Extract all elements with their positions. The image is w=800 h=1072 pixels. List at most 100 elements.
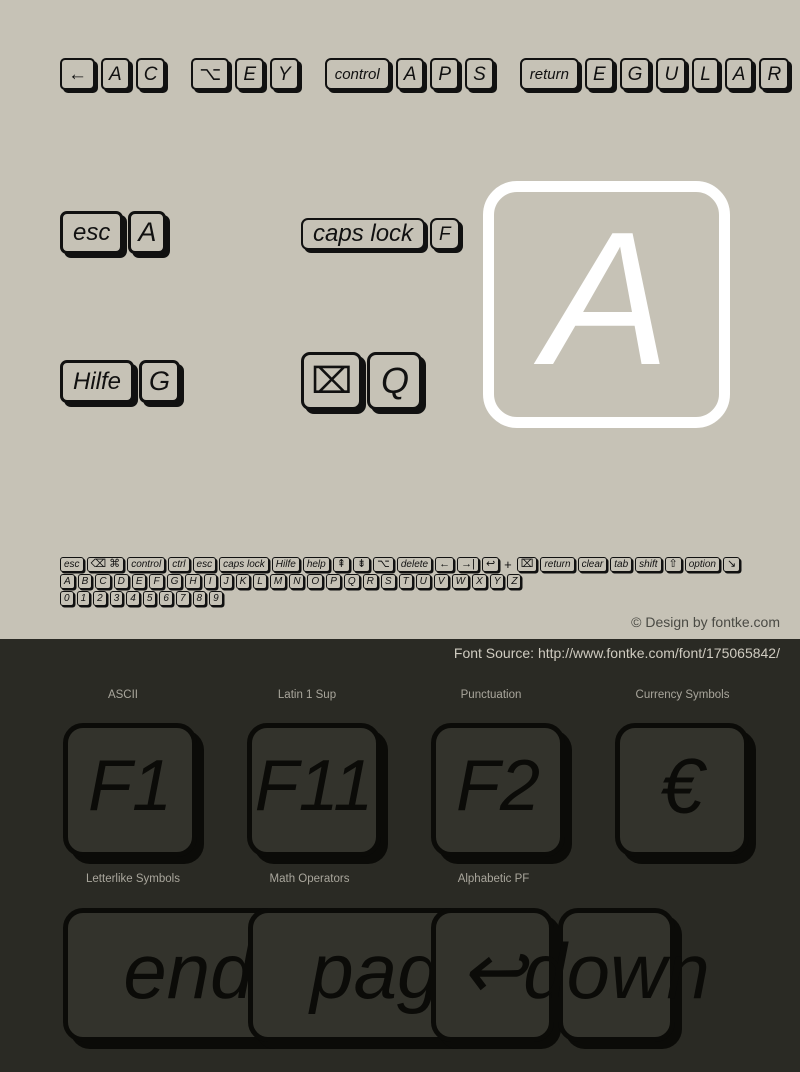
keycap-g-sample: G xyxy=(139,360,181,403)
sample-row-capslock: caps lock F xyxy=(301,218,460,250)
block-sample-alphabetic-pf: ↩ xyxy=(459,927,526,1015)
font-source-text: Font Source: http://www.fontke.com/font/… xyxy=(453,645,780,661)
glyph-line-digits: 0 1 2 3 4 5 6 7 8 9 xyxy=(60,591,800,606)
tiny-key-letter: H xyxy=(185,574,201,589)
tiny-key-digit: 5 xyxy=(142,591,157,606)
block-card-currency-symbols: € xyxy=(615,723,749,857)
block-label-alphabetic-pf: Alphabetic PF xyxy=(457,873,530,885)
tiny-key-page-down-icon: ⇟ xyxy=(352,557,371,572)
tiny-key-clear: clear xyxy=(577,557,608,572)
keycap-e-2: E xyxy=(584,58,614,90)
tiny-key-hilfe: Hilfe xyxy=(271,557,300,572)
tiny-key-letter: P xyxy=(326,574,341,589)
tiny-key-esc-2: esc xyxy=(192,557,217,572)
tiny-key-letter: W xyxy=(451,574,470,589)
tiny-key-left-arrow-icon: ← xyxy=(435,557,455,572)
block-card-punctuation: F2 xyxy=(431,723,565,857)
tiny-key-digit: 0 xyxy=(60,591,74,606)
tiny-key-letter: X xyxy=(472,574,487,589)
tiny-key-ctrl: ctrl xyxy=(168,557,190,572)
tiny-key-letter: L xyxy=(253,574,267,589)
keycap-p: P xyxy=(430,58,460,90)
block-sample-letterlike-symbols: end xyxy=(123,927,254,1015)
tiny-key-letter: Z xyxy=(507,574,522,589)
keycap-back-arrow: ← xyxy=(60,58,95,90)
tiny-key-return-arrow-icon: ↩ xyxy=(481,557,500,572)
keycap-l: L xyxy=(692,58,719,90)
keycap-a-1: A xyxy=(101,58,130,90)
banner-keycap-row: ← A C ⌥ E Y control A P S return E G U L… xyxy=(60,58,790,90)
tiny-key-letter: S xyxy=(380,574,396,589)
tiny-key-letter: A xyxy=(60,574,75,589)
block-sample-extra: down xyxy=(523,927,710,1015)
tiny-key-letter: K xyxy=(235,574,251,589)
keycap-g: G xyxy=(619,58,651,90)
keycap-f-sample: F xyxy=(430,218,460,250)
tiny-key-digit: 8 xyxy=(192,591,207,606)
keycap-s: S xyxy=(465,58,494,90)
tiny-key-letter: M xyxy=(269,574,287,589)
block-sample-currency-symbols: € xyxy=(660,742,704,830)
glyph-inventory-strip: esc ⌫ ⌘ control ctrl esc caps lock Hilfe… xyxy=(60,557,800,608)
tiny-key-digit: 4 xyxy=(126,591,140,606)
glyph-line-alphabet: A B C D E F G H I J K L M N O P Q R S T … xyxy=(60,574,800,589)
copyright-text: © Design by fontke.com xyxy=(631,614,780,630)
tiny-key-letter: F xyxy=(149,574,164,589)
tiny-key-shift: shift xyxy=(635,557,662,572)
tiny-key-caps-lock: caps lock xyxy=(219,557,269,572)
tiny-key-letter: E xyxy=(131,574,147,589)
tiny-key-diagonal-arrow-icon: ↘ xyxy=(722,557,741,572)
block-label-punctuation: Punctuation xyxy=(460,689,522,701)
keycap-a-3: A xyxy=(724,58,754,90)
tiny-key-letter: N xyxy=(289,574,305,589)
sample-row-symbol: ⌧ Q xyxy=(301,352,423,410)
tiny-key-letter: G xyxy=(166,574,183,589)
tiny-key-return: return xyxy=(540,557,575,572)
tiny-key-letter: B xyxy=(77,574,93,589)
tiny-key-page-up-icon: ⇞ xyxy=(332,557,350,572)
tiny-key-clear-icon: ⌧ xyxy=(516,557,538,572)
tiny-key-letter: I xyxy=(203,574,217,589)
block-label-latin1sup: Latin 1 Sup xyxy=(277,689,337,701)
keycap-hilfe: Hilfe xyxy=(60,360,135,403)
tiny-key-option: option xyxy=(684,557,720,572)
sample-row-esc: esc A xyxy=(60,211,167,254)
keycap-a-sample: A xyxy=(128,211,167,254)
tiny-key-digit: 1 xyxy=(76,591,91,606)
tiny-key-tab-arrow-icon: →| xyxy=(457,557,479,572)
block-label-ascii: ASCII xyxy=(107,689,139,701)
keycap-esc: esc xyxy=(60,211,124,254)
block-card-latin1sup: F11 xyxy=(247,723,381,857)
sample-row-hilfe: Hilfe G xyxy=(60,360,181,403)
keycap-q-sample: Q xyxy=(367,352,423,410)
large-keycap-preview: A xyxy=(483,181,730,428)
keycap-a-2: A xyxy=(395,58,425,90)
block-sample-latin1sup: F11 xyxy=(254,746,374,826)
tiny-key-letter: D xyxy=(113,574,129,589)
tiny-key-digit: 9 xyxy=(209,591,223,606)
keycap-option-icon: ⌥ xyxy=(191,58,230,90)
block-label-math-operators: Math Operators xyxy=(269,873,350,885)
tiny-key-delete: delete xyxy=(396,557,433,572)
block-sample-punctuation: F2 xyxy=(455,746,541,826)
tiny-key-digit: 6 xyxy=(159,591,173,606)
keycap-y: Y xyxy=(270,58,299,90)
plus-separator: + xyxy=(504,557,512,572)
tiny-key-letter: J xyxy=(219,574,233,589)
tiny-key-digit: 3 xyxy=(109,591,124,606)
tiny-key-digit: 2 xyxy=(93,591,107,606)
block-label-currency-symbols: Currency Symbols xyxy=(635,689,730,701)
tiny-key-letter: U xyxy=(415,574,431,589)
tiny-key-letter: T xyxy=(398,574,413,589)
keycap-control: control xyxy=(324,58,390,90)
tiny-key-letter: V xyxy=(433,574,449,589)
tiny-key-shift-icon: ⇧ xyxy=(664,557,682,572)
block-label-letterlike-symbols: Letterlike Symbols xyxy=(86,873,180,885)
tiny-key-command-icon: ⌫ ⌘ xyxy=(86,557,125,572)
keycap-c: C xyxy=(135,58,166,90)
block-card-ascii: F1 xyxy=(63,723,197,857)
large-keycap-letter: A xyxy=(543,192,670,405)
tiny-key-option-icon: ⌥ xyxy=(373,557,394,572)
tiny-key-esc-1: esc xyxy=(60,557,84,572)
tiny-key-control: control xyxy=(127,557,166,572)
